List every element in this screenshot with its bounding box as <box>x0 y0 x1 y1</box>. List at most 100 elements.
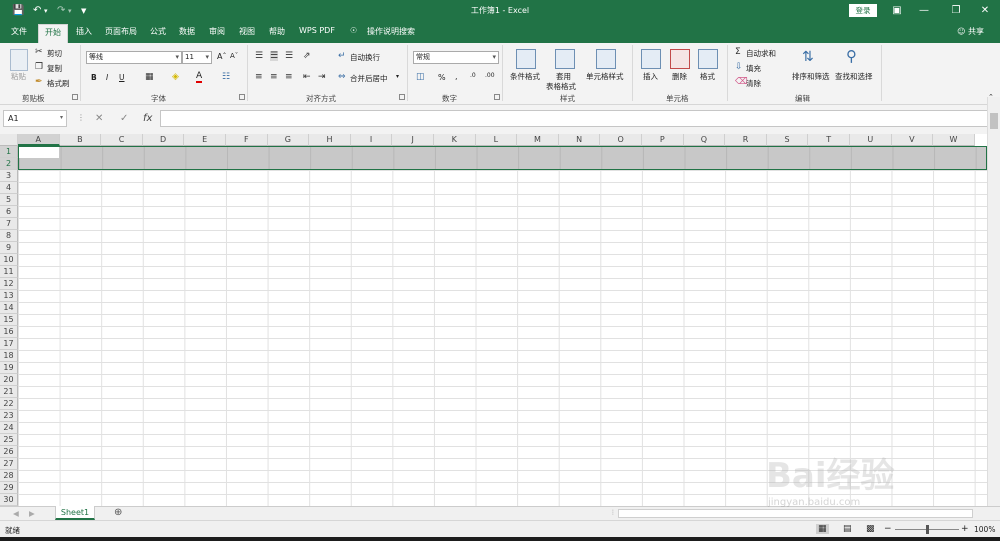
wrap-text-button[interactable]: 自动换行 <box>350 52 380 63</box>
tab-insert[interactable]: 插入 <box>76 26 92 37</box>
column-header[interactable]: S <box>766 134 809 146</box>
cell-styles-icon[interactable] <box>596 49 616 69</box>
row-header[interactable]: 16 <box>0 326 18 338</box>
column-header[interactable]: L <box>475 134 518 146</box>
zoom-level[interactable]: 100% <box>974 525 995 534</box>
bold-button[interactable]: B <box>91 73 97 82</box>
wrap-text-icon[interactable]: ↵ <box>338 51 346 61</box>
share-button[interactable]: ☺ 共享 <box>957 26 984 37</box>
copy-button[interactable]: 复制 <box>47 63 62 74</box>
format-cells-icon[interactable] <box>698 49 718 69</box>
conditional-format-icon[interactable] <box>516 49 536 69</box>
autosum-button[interactable]: 自动求和 <box>746 48 776 59</box>
paste-button[interactable]: 粘贴 <box>11 71 26 82</box>
column-header[interactable]: P <box>642 134 684 146</box>
sort-filter-button[interactable]: 排序和筛选 <box>792 71 830 82</box>
insert-function-button[interactable]: fx <box>143 113 152 124</box>
column-header[interactable]: Q <box>683 134 726 146</box>
row-header[interactable]: 7 <box>0 218 18 230</box>
align-left-icon[interactable]: ≡ <box>255 72 263 82</box>
close-icon[interactable]: ✕ <box>976 3 994 18</box>
sort-filter-icon[interactable]: ⇅ <box>802 49 814 65</box>
font-color-icon[interactable]: A <box>196 72 203 83</box>
column-header[interactable]: F <box>226 134 268 146</box>
row-header[interactable]: 2 <box>0 158 18 170</box>
vertical-scrollbar[interactable] <box>987 97 1000 506</box>
active-cell[interactable] <box>19 147 59 158</box>
column-header[interactable]: R <box>725 134 767 146</box>
delete-cells-icon[interactable] <box>670 49 690 69</box>
tab-home[interactable]: 开始 <box>38 24 68 43</box>
row-header[interactable]: 21 <box>0 386 18 398</box>
paintbrush-icon[interactable]: ✒ <box>35 77 43 87</box>
scissors-icon[interactable]: ✂ <box>35 47 43 57</box>
row-header[interactable]: 12 <box>0 278 18 290</box>
clear-button[interactable]: 清除 <box>746 78 761 89</box>
align-center-icon[interactable]: ≡ <box>270 72 278 82</box>
column-header[interactable]: C <box>101 134 143 146</box>
format-cells-button[interactable]: 格式 <box>700 71 715 82</box>
fill-color-icon[interactable]: ◈ <box>172 72 179 82</box>
dialog-launcher-icon[interactable] <box>239 94 245 100</box>
row-header[interactable]: 15 <box>0 314 18 326</box>
align-bottom-icon[interactable]: ☰ <box>285 51 293 61</box>
column-header[interactable]: I <box>350 134 393 146</box>
row-header[interactable]: 26 <box>0 446 18 458</box>
column-header[interactable]: V <box>891 134 934 146</box>
row-header[interactable]: 3 <box>0 170 18 182</box>
find-select-button[interactable]: 查找和选择 <box>835 71 873 82</box>
row-header[interactable]: 28 <box>0 470 18 482</box>
row-header[interactable]: 9 <box>0 242 18 254</box>
percent-button[interactable]: % <box>438 73 446 82</box>
row-header[interactable]: 24 <box>0 422 18 434</box>
format-table-icon[interactable] <box>555 49 575 69</box>
column-header[interactable]: H <box>309 134 351 146</box>
tab-help[interactable]: 帮助 <box>269 26 285 37</box>
column-header[interactable]: A <box>18 134 60 146</box>
tab-formulas[interactable]: 公式 <box>150 26 166 37</box>
row-header[interactable]: 29 <box>0 482 18 494</box>
check-icon[interactable]: ✓ <box>120 113 128 124</box>
add-sheet-icon[interactable]: ⊕ <box>114 507 122 518</box>
font-name-select[interactable]: 等线 ▾ <box>86 51 182 64</box>
search-icon[interactable]: ⚲ <box>846 48 857 64</box>
delete-cells-button[interactable]: 删除 <box>672 71 687 82</box>
row-header[interactable]: 22 <box>0 398 18 410</box>
column-header[interactable]: B <box>59 134 102 146</box>
minimize-icon[interactable]: — <box>915 3 933 18</box>
align-middle-icon[interactable]: ☰ <box>270 51 279 61</box>
login-button[interactable]: 登录 <box>849 4 877 17</box>
row-header[interactable]: 11 <box>0 266 18 278</box>
merge-center-button[interactable]: 合并后居中 <box>350 73 388 84</box>
orientation-icon[interactable]: ⇗ <box>303 51 311 61</box>
row-header[interactable]: 8 <box>0 230 18 242</box>
page-layout-view-icon[interactable]: ▤ <box>843 524 852 534</box>
row-header[interactable]: 20 <box>0 374 18 386</box>
paste-icon[interactable] <box>10 49 28 71</box>
normal-view-icon[interactable]: ▦ <box>816 524 829 534</box>
insert-cells-button[interactable]: 插入 <box>643 71 658 82</box>
row-header[interactable]: 25 <box>0 434 18 446</box>
column-header[interactable]: E <box>184 134 226 146</box>
row-header[interactable]: 10 <box>0 254 18 266</box>
tab-review[interactable]: 审阅 <box>209 26 225 37</box>
row-header[interactable]: 5 <box>0 194 18 206</box>
zoom-in-icon[interactable]: + <box>961 524 969 534</box>
zoom-out-icon[interactable]: − <box>884 524 892 534</box>
fill-down-icon[interactable]: ⇩ <box>735 62 743 72</box>
number-format-select[interactable]: 常规 ▾ <box>413 51 499 64</box>
decrease-decimal-icon[interactable]: .00 <box>485 72 495 79</box>
border-icon[interactable]: ▦ <box>145 72 154 82</box>
column-header[interactable]: T <box>808 134 850 146</box>
dialog-launcher-icon[interactable] <box>494 94 500 100</box>
row-header[interactable]: 17 <box>0 338 18 350</box>
column-header[interactable]: M <box>517 134 559 146</box>
ribbon-display-icon[interactable]: ▣ <box>888 3 906 18</box>
name-box[interactable]: A1 ▾ <box>3 110 67 127</box>
cut-button[interactable]: 剪切 <box>47 48 62 59</box>
align-right-icon[interactable]: ≡ <box>285 72 293 82</box>
merge-icon[interactable]: ⇔ <box>338 72 346 82</box>
column-header[interactable]: G <box>267 134 310 146</box>
currency-icon[interactable]: ◫ <box>416 72 425 82</box>
grow-font-icon[interactable]: Aˆ <box>217 52 226 61</box>
